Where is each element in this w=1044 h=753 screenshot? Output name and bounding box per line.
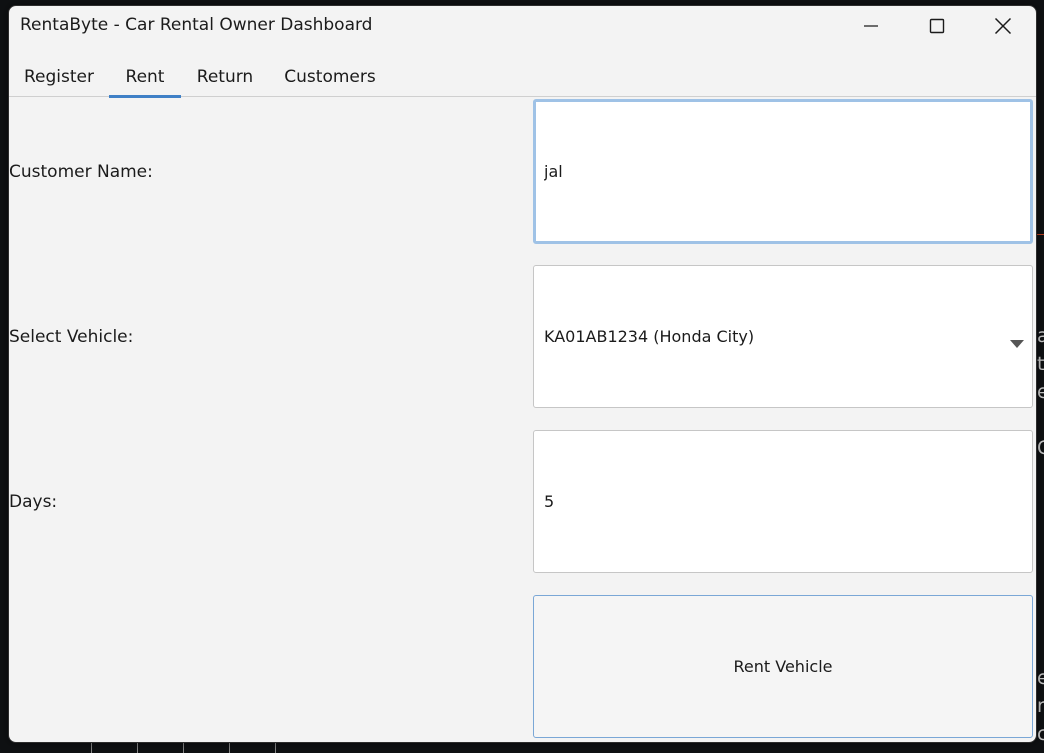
rent-vehicle-button[interactable]: Rent Vehicle [533, 595, 1033, 738]
minimize-icon [863, 18, 879, 34]
close-button[interactable] [971, 6, 1035, 46]
maximize-button[interactable] [905, 6, 969, 46]
tab-return[interactable]: Return [190, 56, 260, 97]
close-icon [994, 17, 1012, 35]
title-bar[interactable]: RentaByte - Car Rental Owner Dashboard [9, 6, 1036, 46]
window-title: RentaByte - Car Rental Owner Dashboard [20, 15, 373, 35]
days-input[interactable] [533, 430, 1033, 573]
tab-register[interactable]: Register [18, 56, 100, 97]
vehicle-select[interactable]: KA01AB1234 (Honda City) [533, 265, 1033, 408]
background-text-fragment: erc [1037, 667, 1044, 745]
tab-rent[interactable]: Rent [109, 56, 181, 98]
background-line [1037, 234, 1044, 235]
tab-bar: Register Rent Return Customers [9, 56, 1036, 98]
chevron-down-icon [1010, 333, 1024, 352]
tab-customers[interactable]: Customers [277, 56, 383, 97]
customer-name-input[interactable] [533, 99, 1033, 244]
maximize-icon [929, 18, 945, 34]
days-label: Days: [9, 492, 58, 512]
minimize-button[interactable] [839, 6, 903, 46]
background-text-fragment: ateC [1037, 325, 1044, 459]
vehicle-select-value: KA01AB1234 (Honda City) [544, 327, 755, 346]
customer-name-label: Customer Name: [9, 162, 153, 182]
app-window: RentaByte - Car Rental Owner Dashboard R… [8, 5, 1037, 743]
vehicle-label: Select Vehicle: [9, 327, 134, 347]
